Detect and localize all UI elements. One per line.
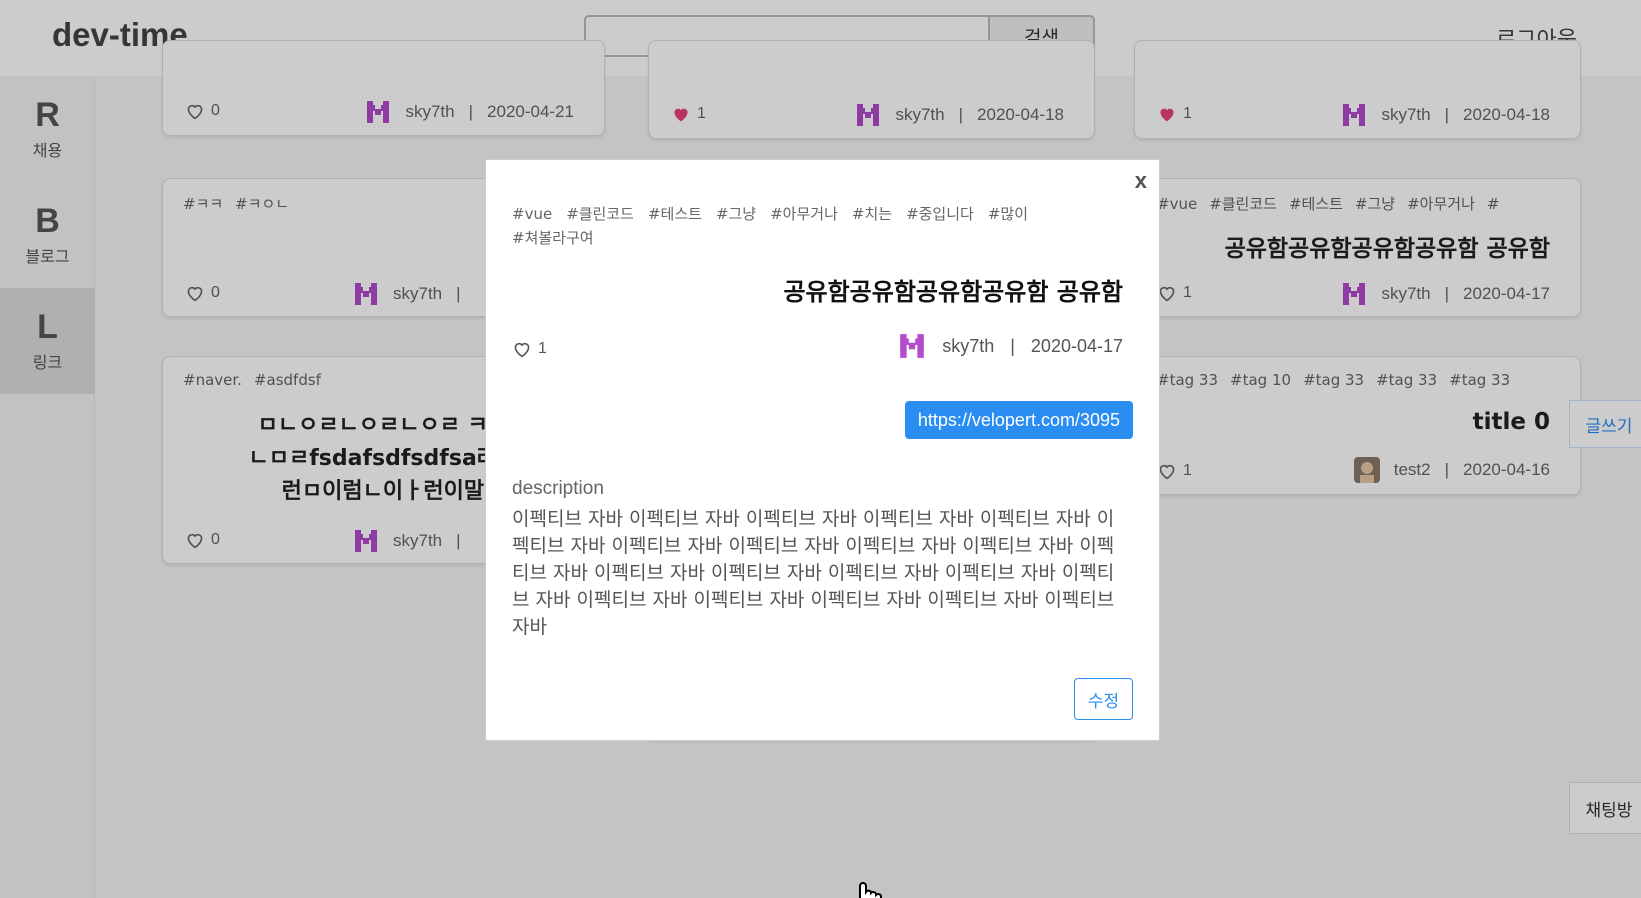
description-label: description — [512, 478, 604, 499]
tag[interactable]: #그냥 — [716, 205, 756, 223]
link-detail-modal: x #vue #클린코드 #테스트 #그냥 #아무거나 #치는 #중입니다 #많이 #쳐볼라구여… — [485, 159, 1160, 741]
like-button[interactable]: 1 — [512, 340, 547, 358]
post-date: 2020-04-17 — [1030, 335, 1123, 356]
modal-meta: sky7th | 2020-04-17 — [898, 332, 1123, 360]
tag[interactable]: #쳐볼라구여 — [512, 229, 594, 247]
edit-button[interactable]: 수정 — [1074, 678, 1133, 720]
tag[interactable]: #많이 — [988, 205, 1028, 223]
tag[interactable]: #중입니다 — [906, 205, 974, 223]
heart-outline-icon — [514, 342, 530, 358]
like-count: 1 — [538, 340, 547, 357]
tag[interactable]: #아무거나 — [770, 205, 838, 223]
external-link-button[interactable]: https://velopert.com/3095 — [904, 401, 1133, 439]
avatar — [898, 332, 927, 360]
tag[interactable]: #테스트 — [648, 205, 702, 223]
tag-list: #vue #클린코드 #테스트 #그냥 #아무거나 #치는 #중입니다 #많이 #쳐볼라구여 — [512, 202, 1052, 250]
description-text: 이펙티브 자바 이펙티브 자바 이펙티브 자바 이펙티브 자바 이펙티브 자바 … — [512, 508, 1115, 638]
author-name[interactable]: sky7th — [942, 336, 994, 357]
tag[interactable]: #클린코드 — [566, 205, 634, 223]
separator: | — [1010, 335, 1015, 356]
tag[interactable]: #치는 — [852, 205, 892, 223]
modal-title: 공유함공유함공유함공유함 공유함 — [783, 278, 1123, 306]
close-button[interactable]: x — [1135, 168, 1147, 194]
tag[interactable]: #vue — [512, 205, 552, 223]
hand-cursor-icon — [859, 882, 882, 898]
